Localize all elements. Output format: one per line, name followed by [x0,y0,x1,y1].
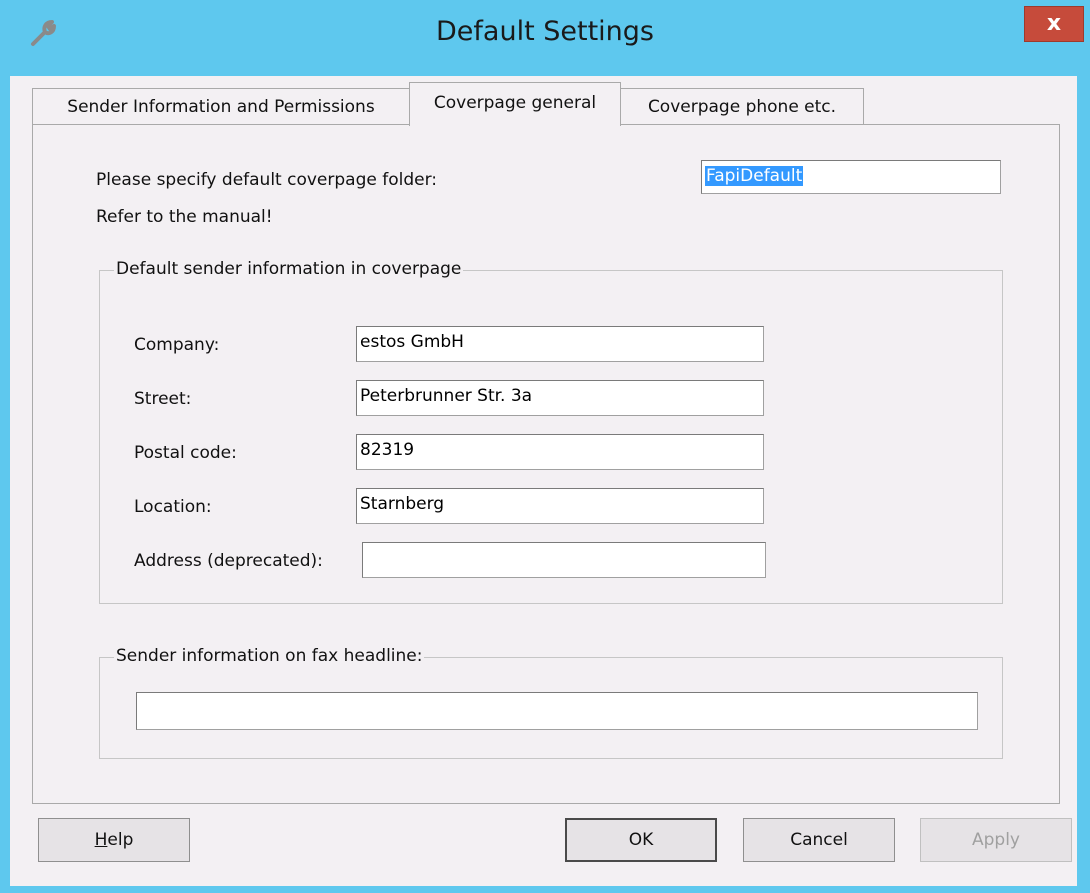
help-label-rest: elp [107,830,134,850]
close-button[interactable]: x [1024,6,1084,42]
window-title: Default Settings [436,16,654,47]
apply-button[interactable]: Apply [920,818,1072,862]
title-bar[interactable]: Default Settings x [0,0,1090,76]
company-field[interactable]: estos GmbH [356,326,764,362]
cancel-button[interactable]: Cancel [743,818,895,862]
dialog-window: Default Settings x Sender Information an… [0,0,1090,893]
location-field[interactable]: Starnberg [356,488,764,524]
coverpage-folder-label: Please specify default coverpage folder: [96,170,438,190]
dialog-client-area: Sender Information and Permissions Cover… [10,76,1077,886]
postal-code-field[interactable]: 82319 [356,434,764,470]
street-label: Street: [134,389,192,409]
coverpage-folder-field[interactable]: FapiDefault [701,160,1001,194]
address-label: Address (deprecated): [134,551,323,571]
fax-headline-groupbox: Sender information on fax headline: [99,646,1003,759]
fax-headline-field[interactable] [136,692,978,730]
fax-headline-group-title: Sender information on fax headline: [114,646,425,666]
street-field[interactable]: Peterbrunner Str. 3a [356,380,764,416]
sender-info-groupbox: Default sender information in coverpage … [99,259,1003,604]
company-label: Company: [134,335,220,355]
sender-info-group-title: Default sender information in coverpage [114,259,464,279]
help-mnemonic: H [94,830,108,850]
tab-coverpage-general[interactable]: Coverpage general [409,82,621,126]
address-field[interactable] [362,542,766,578]
tab-coverpage-phone[interactable]: Coverpage phone etc. [620,88,864,124]
ok-button[interactable]: OK [565,818,717,862]
tab-panel-coverpage-general: Please specify default coverpage folder:… [32,124,1060,804]
help-button[interactable]: Help [38,818,190,862]
tab-sender-information[interactable]: Sender Information and Permissions [32,88,410,124]
manual-note: Refer to the manual! [96,207,273,227]
coverpage-folder-value: FapiDefault [705,166,804,186]
location-label: Location: [134,497,212,517]
postal-code-label: Postal code: [134,443,237,463]
